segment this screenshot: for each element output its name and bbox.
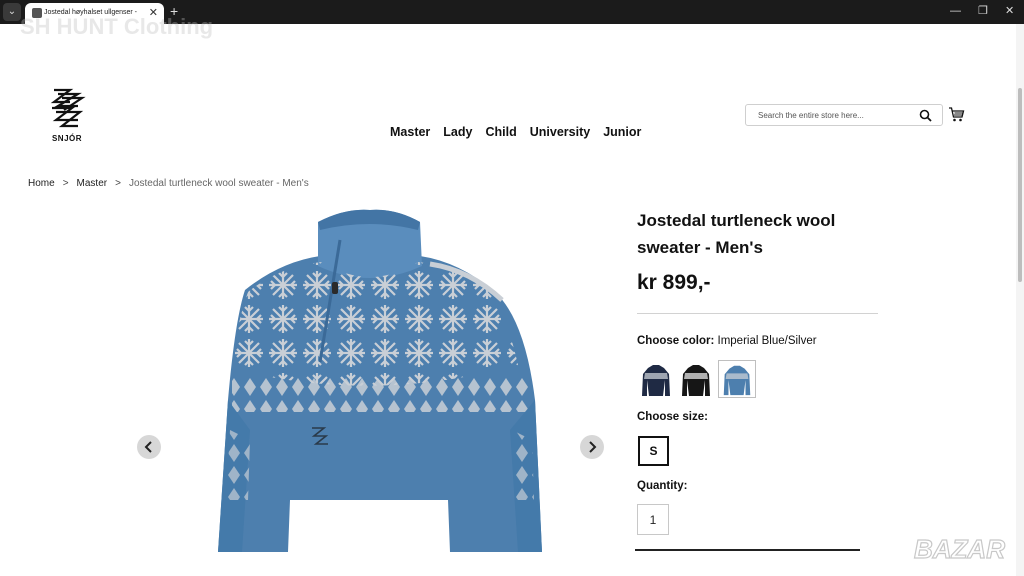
snjor-logo-icon <box>50 88 86 128</box>
chevron-right-icon <box>589 441 597 453</box>
scrollbar[interactable] <box>1016 24 1024 576</box>
sweater-thumbnail-black <box>682 365 710 396</box>
product-image[interactable] <box>130 200 610 552</box>
page: ⌄ Jostedal høyhalset ullgenser - ✕ + — ❐… <box>0 0 1024 576</box>
maximize-button[interactable]: ❐ <box>978 4 988 18</box>
sweater-thumbnail-imperial-blue <box>723 365 751 396</box>
breadcrumb-category[interactable]: Master <box>77 178 108 189</box>
product-price: kr 899,- <box>637 271 711 294</box>
nav-item-master[interactable]: Master <box>390 125 430 139</box>
logo-text: SNJÓR <box>51 134 83 143</box>
breadcrumb-separator: > <box>115 178 121 189</box>
scrollbar-thumb[interactable] <box>1018 88 1022 282</box>
product-gallery <box>130 200 610 552</box>
breadcrumb-current: Jostedal turtleneck wool sweater - Men's <box>128 178 309 189</box>
chevron-left-icon <box>144 441 152 453</box>
bazar-watermark-text: BAZAR <box>914 534 1005 564</box>
watermark-text: SH HUNT Clothing <box>20 14 214 39</box>
previous-image-button[interactable] <box>137 435 161 459</box>
product-title: Jostedal turtleneck wool sweater - Men's <box>637 211 836 257</box>
size-label: Choose size: <box>637 411 708 423</box>
quantity-label: Quantity: <box>637 480 688 492</box>
breadcrumb-home[interactable]: Home <box>28 178 55 189</box>
cart-icon[interactable] <box>948 106 965 123</box>
color-swatch-navy[interactable] <box>637 360 675 398</box>
color-swatch-imperial-blue[interactable] <box>718 360 756 398</box>
divider <box>637 313 878 314</box>
breadcrumb: Home > Master > Jostedal turtleneck wool… <box>28 178 309 189</box>
search-icon[interactable] <box>919 109 932 122</box>
breadcrumb-separator: > <box>62 178 69 189</box>
close-window-button[interactable]: ✕ <box>1005 4 1014 18</box>
nav-item-university[interactable]: University <box>530 125 590 139</box>
bazar-watermark-logo: BAZAR <box>913 533 1005 564</box>
size-option-s[interactable]: S <box>638 436 669 466</box>
add-to-cart-divider <box>635 549 860 551</box>
main-navigation: Master Lady Child University Junior <box>390 125 641 139</box>
quantity-input[interactable] <box>637 504 669 535</box>
color-label-title: Choose color: <box>637 335 715 347</box>
nav-item-lady[interactable]: Lady <box>443 125 472 139</box>
color-label: Choose color: Imperial Blue/Silver <box>637 335 817 347</box>
next-image-button[interactable] <box>580 435 604 459</box>
search-box <box>745 104 943 126</box>
brand-logo[interactable]: SNJÓR <box>42 86 92 146</box>
tab-menu-chevron-icon[interactable]: ⌄ <box>3 3 21 21</box>
minimize-button[interactable]: — <box>950 4 961 18</box>
nav-item-child[interactable]: Child <box>485 125 516 139</box>
selected-color-value: Imperial Blue/Silver <box>717 335 817 347</box>
search-input[interactable] <box>758 109 918 122</box>
sweater-thumbnail-navy <box>642 365 670 396</box>
nav-item-junior[interactable]: Junior <box>603 125 641 139</box>
color-swatch-black[interactable] <box>677 360 715 398</box>
